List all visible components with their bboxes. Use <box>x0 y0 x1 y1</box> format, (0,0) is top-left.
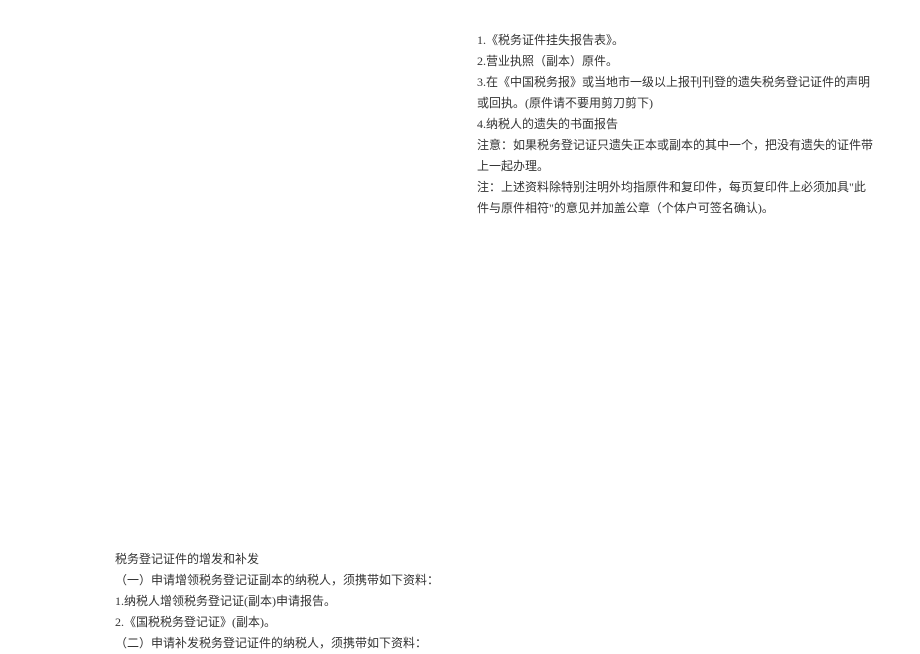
subsection-1: （一）申请增领税务登记证副本的纳税人，须携带如下资料： <box>115 570 805 591</box>
note-general: 注：上述资料除特别注明外均指原件和复印件，每页复印件上必须加具"此件与原件相符"… <box>477 177 875 219</box>
sub1-item-1: 1.纳税人增领税务登记证(副本)申请报告。 <box>115 591 805 612</box>
list-item-2: 2.营业执照（副本）原件。 <box>477 51 875 72</box>
sub1-item-2: 2.《国税税务登记证》(副本)。 <box>115 612 805 633</box>
list-item-3: 3.在《中国税务报》或当地市一级以上报刊刊登的遗失税务登记证件的声明或回执。(原… <box>477 72 875 114</box>
bottom-text-block: 税务登记证件的增发和补发 （一）申请增领税务登记证副本的纳税人，须携带如下资料：… <box>115 549 805 654</box>
top-text-block: 1.《税务证件挂失报告表》。 2.营业执照（副本）原件。 3.在《中国税务报》或… <box>477 30 875 219</box>
section-title: 税务登记证件的增发和补发 <box>115 549 805 570</box>
list-item-1: 1.《税务证件挂失报告表》。 <box>477 30 875 51</box>
list-item-4: 4.纳税人的遗失的书面报告 <box>477 114 875 135</box>
note-attention: 注意：如果税务登记证只遗失正本或副本的其中一个，把没有遗失的证件带上一起办理。 <box>477 135 875 177</box>
